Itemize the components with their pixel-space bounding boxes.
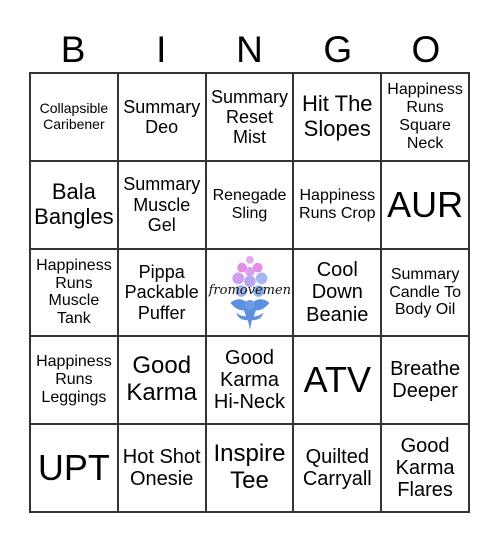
header-letter-g: G [323,29,353,70]
bingo-cell[interactable]: Bala Bangles [30,160,118,249]
bingo-cell[interactable]: Renegade Sling [205,160,294,249]
bingo-cell[interactable]: AUR [381,160,469,249]
bingo-cell[interactable]: Summary Reset Mist [205,73,294,161]
bingo-cell[interactable]: Good Karma Flares [381,424,469,512]
bingo-cell[interactable]: Summary Candle To Body Oil [381,248,469,337]
header-letter-n: N [236,29,263,70]
free-space-logo-text: fromovement [208,282,294,298]
bingo-cell[interactable]: UPT [30,424,118,512]
bingo-cell[interactable]: Cool Down Beanie [293,248,382,337]
bingo-cell[interactable]: Breathe Deeper [381,336,469,425]
bingo-cell[interactable]: Inspire Tee [205,424,294,512]
bingo-cell[interactable]: ATV [293,336,382,425]
bingo-cell[interactable]: Happiness Runs Square Neck [381,73,469,161]
bingo-cell[interactable]: Summary Muscle Gel [117,160,206,249]
bingo-cell[interactable]: Happiness Runs Muscle Tank [30,248,118,337]
bingo-cell[interactable]: Hit The Slopes [293,73,382,161]
bingo-cell[interactable]: Pippa Packable Puffer [117,248,206,337]
bingo-card: Collapsible Caribener Summary Deo Summar… [29,72,470,513]
bingo-cell[interactable]: Happiness Runs Crop [293,160,382,249]
bingo-header: B I N G O [29,28,470,72]
bingo-cell[interactable]: Quilted Carryall [293,424,382,512]
free-space-cell[interactable]: fromovement [205,248,294,337]
bingo-cell[interactable]: Collapsible Caribener [30,73,118,161]
bingo-cell[interactable]: Good Karma Hi-Neck [205,336,294,425]
bingo-cell[interactable]: Happiness Runs Leggings [30,336,118,425]
bingo-cell[interactable]: Good Karma [117,336,206,425]
bingo-cell[interactable]: Summary Deo [117,73,206,161]
header-letter-o: O [411,29,441,70]
header-letter-b: B [60,29,86,70]
header-letter-i: I [156,29,167,70]
bingo-cell[interactable]: Hot Shot Onesie [117,424,206,512]
